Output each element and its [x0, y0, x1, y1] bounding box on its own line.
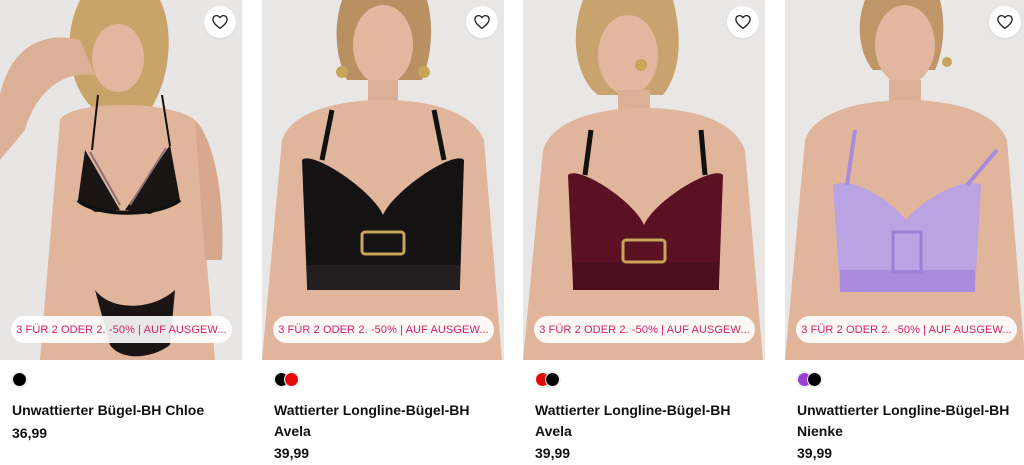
product-card[interactable]: 3 FÜR 2 ODER 2. -50% | AUF AUSGEW... Wat…: [523, 0, 765, 465]
product-name[interactable]: Wattierter Longline-Bügel-BH Avela: [535, 400, 760, 442]
color-swatches: [12, 372, 27, 388]
heart-outline-icon: [474, 14, 490, 30]
product-image[interactable]: 3 FÜR 2 ODER 2. -50% | AUF AUSGEW...: [523, 0, 765, 360]
product-price: 39,99: [274, 445, 310, 461]
product-grid: 3 FÜR 2 ODER 2. -50% | AUF AUSGEW... Unw…: [0, 0, 1024, 465]
color-swatches: [535, 372, 560, 388]
wishlist-button[interactable]: [989, 6, 1021, 38]
product-price: 39,99: [797, 445, 833, 461]
product-photo: [262, 0, 504, 360]
product-photo: [0, 0, 242, 360]
product-photo: [785, 0, 1024, 360]
color-swatch-black[interactable]: [545, 372, 560, 387]
product-photo: [523, 0, 765, 360]
product-price: 36,99: [12, 425, 48, 441]
product-price: 39,99: [535, 445, 571, 461]
product-card[interactable]: 3 FÜR 2 ODER 2. -50% | AUF AUSGEW... Wat…: [262, 0, 504, 465]
promo-badge: 3 FÜR 2 ODER 2. -50% | AUF AUSGEW...: [796, 316, 1017, 343]
wishlist-button[interactable]: [727, 6, 759, 38]
wishlist-button[interactable]: [466, 6, 498, 38]
heart-outline-icon: [997, 14, 1013, 30]
color-swatches: [274, 372, 299, 388]
product-image[interactable]: 3 FÜR 2 ODER 2. -50% | AUF AUSGEW...: [785, 0, 1024, 360]
promo-badge: 3 FÜR 2 ODER 2. -50% | AUF AUSGEW...: [534, 316, 755, 343]
promo-badge: 3 FÜR 2 ODER 2. -50% | AUF AUSGEW...: [273, 316, 494, 343]
heart-outline-icon: [212, 14, 228, 30]
product-card[interactable]: 3 FÜR 2 ODER 2. -50% | AUF AUSGEW... Unw…: [785, 0, 1024, 465]
color-swatches: [797, 372, 822, 388]
product-card[interactable]: 3 FÜR 2 ODER 2. -50% | AUF AUSGEW... Unw…: [0, 0, 242, 465]
heart-outline-icon: [735, 14, 751, 30]
product-image[interactable]: 3 FÜR 2 ODER 2. -50% | AUF AUSGEW...: [262, 0, 504, 360]
color-swatch-black[interactable]: [12, 372, 27, 387]
wishlist-button[interactable]: [204, 6, 236, 38]
product-name[interactable]: Unwattierter Longline-Bügel-BH Nienke: [797, 400, 1022, 442]
color-swatch-black[interactable]: [807, 372, 822, 387]
product-image[interactable]: 3 FÜR 2 ODER 2. -50% | AUF AUSGEW...: [0, 0, 242, 360]
promo-badge: 3 FÜR 2 ODER 2. -50% | AUF AUSGEW...: [11, 316, 232, 343]
product-name[interactable]: Unwattierter Bügel-BH Chloe: [12, 400, 237, 421]
product-name[interactable]: Wattierter Longline-Bügel-BH Avela: [274, 400, 499, 442]
color-swatch-red[interactable]: [284, 372, 299, 387]
